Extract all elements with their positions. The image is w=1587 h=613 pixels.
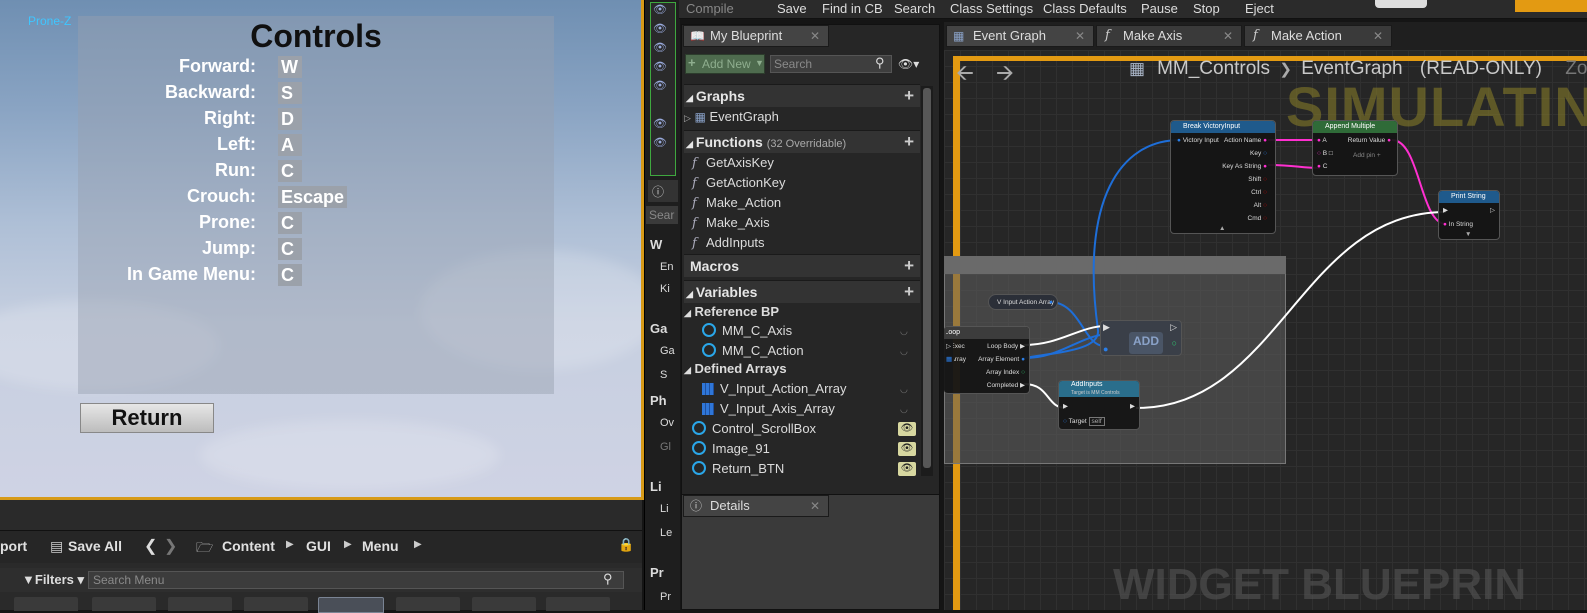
pin-label: Array Element [978,356,1020,363]
pin-label: Completed [986,382,1019,389]
pin-label: Key [1250,150,1262,157]
node-title: Print String [1439,191,1499,203]
pin-output[interactable]: Key ○ [1250,150,1267,158]
exec-in-pin[interactable]: ▶ [1063,403,1068,411]
pin-default: self [1088,417,1105,426]
expand-icon[interactable]: ▼ [1465,231,1471,239]
node-title-text: ForEachLoop [946,329,960,336]
pin-label: Exec [953,343,965,350]
pin-output[interactable]: Action Name ● [1224,137,1267,145]
node-variable-get[interactable]: V Input Action Array ● [988,294,1058,310]
pin-label: Return Value [1347,137,1386,144]
pin-input[interactable]: ○ B □ [1317,150,1333,158]
pin-output[interactable]: ○ [1172,339,1177,348]
pin-label: Ctrl [1251,189,1262,196]
node-break-victory-input[interactable]: Break VictoryInput ● Victory Input Actio… [1170,120,1276,234]
node-title: Append Multiple [1313,121,1397,133]
graph-wires [1023,139,1447,409]
pin-label: Alt [1253,202,1262,209]
add-pin-label: Add pin [1353,152,1376,159]
exec-out-pin[interactable]: ▷ [1490,207,1495,215]
pin-label: In String [1448,221,1473,228]
pin-label: C [1322,163,1328,170]
node-title: AddInputs Target is MM Controls [1059,381,1139,397]
exec-in-pin[interactable]: ▶ [1103,323,1110,332]
pin-label: Array Index [986,369,1020,376]
pin-output[interactable]: Array Element ● [978,356,1025,364]
pin-output[interactable]: Key As String ● [1222,163,1267,171]
pin-input[interactable]: ● C [1317,163,1327,171]
pin-input[interactable]: ○ Target self [1063,417,1105,426]
node-foreach-loop[interactable]: ForEachLoop ▷ Exec ▦ Array Loop Body ▶ A… [944,326,1030,394]
pin-label: Victory Input [1182,137,1219,144]
expand-icon[interactable]: ▲ [1219,225,1225,233]
pin-output[interactable]: Cmd ○ [1248,215,1267,223]
pin-output[interactable]: Return Value ● [1348,137,1391,145]
variable-label: V Input Action Array [997,299,1055,306]
pin-label: Action Name [1224,137,1262,144]
node-add-inputs[interactable]: AddInputs Target is MM Controls ▶ ▶ ○ Ta… [1058,380,1140,430]
node-append-multiple[interactable]: Append Multiple ● A ○ B □ ● C Return Val… [1312,120,1398,176]
pin-label: Target [1068,418,1087,425]
node-title: Break VictoryInput [1171,121,1275,133]
pin-input[interactable]: ● Victory Input [1177,137,1219,145]
pin-output[interactable]: Alt ○ [1254,202,1267,210]
pin-input[interactable]: ● In String [1443,221,1473,229]
pin-label: B [1322,150,1328,157]
pin-output[interactable]: Ctrl ○ [1251,189,1267,197]
pin-output[interactable]: ● [1049,299,1053,307]
pin-output[interactable]: Shift ○ [1248,176,1267,184]
exec-in-pin[interactable]: ▶ [1443,207,1448,215]
pin-label: Shift [1248,176,1262,183]
node-title: ADD [1129,332,1163,354]
exec-out-pin[interactable]: ▷ [1170,323,1177,332]
node-title-text: AddInputs [1071,381,1103,388]
wire-exec [1135,211,1447,409]
pin-label: Loop Body [987,343,1019,350]
pin-output[interactable]: Loop Body ▶ [987,343,1025,351]
pin-label: Array [954,356,966,363]
node-print-string[interactable]: Print String ▶ ▷ ● In String ▼ [1438,190,1500,240]
pin-output[interactable]: Array Index ○ [986,369,1025,377]
node-title: ForEachLoop [944,327,1029,339]
pin-label: A [1322,137,1327,144]
exec-out-pin[interactable]: ▶ [1130,403,1135,411]
exec-in-pin[interactable]: ▷ Exec [946,343,965,351]
pin-output[interactable]: Completed ▶ [987,382,1025,390]
pin-input[interactable]: ▦ Array [946,356,966,364]
pin-input[interactable]: ● A [1317,137,1327,145]
pin-input[interactable]: ● [1103,345,1108,354]
add-pin-button[interactable]: Add pin + [1353,152,1381,160]
pin-label: Cmd [1247,215,1262,222]
node-subtitle: Target is MM Controls [1071,390,1120,396]
pin-label: Key As String [1222,163,1262,170]
node-array-add[interactable]: ▶ ● ADD ▷ ○ [1100,320,1182,356]
